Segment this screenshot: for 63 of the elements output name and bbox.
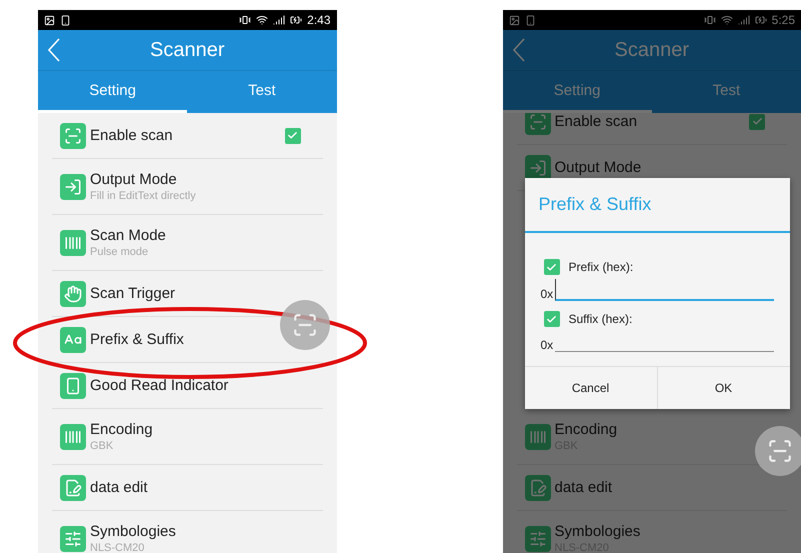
picture-icon [44,14,55,26]
field-label: Suffix (hex): [568,312,632,326]
document-pen-icon [524,474,550,500]
checkbox[interactable] [749,114,765,130]
back-chevron-icon [48,38,60,62]
setting-value: GBK [90,440,114,452]
setting-value: NLS-CM20 [90,542,146,553]
hex-prefix: 0x [540,287,554,301]
setting-title: Scan Trigger [90,285,176,302]
dialog-button[interactable]: OK [656,367,790,409]
dialog-title: Prefix & Suffix [524,178,790,233]
picture-icon [508,14,520,26]
tab[interactable]: Test [187,71,336,113]
setting-title: Scan Mode [90,227,167,244]
battery-icon [754,14,767,26]
setting-title: Prefix & Suffix [90,331,185,348]
setting-title: data edit [554,479,614,496]
back-chevron-icon [512,38,524,62]
setting-title: Symbologies [554,523,642,540]
screen-title: Scanner [614,38,689,60]
floating-scan-button[interactable] [754,426,801,476]
setting-title: Good Read Indicator [90,377,230,394]
setting-title: Symbologies [90,523,177,540]
barcode-icon [524,424,550,450]
screen-title: Scanner [150,38,224,60]
dialog-button[interactable]: Cancel [524,367,656,409]
check-icon [546,314,557,324]
field-label: Prefix (hex): [568,260,634,274]
document-pen-icon [60,474,86,500]
hand-icon [60,280,86,306]
floating-scan-button[interactable] [280,300,330,350]
checkbox[interactable] [284,128,300,144]
scan-frame-icon [292,312,318,338]
status-time: 2:43 [307,13,330,27]
setting-title: data edit [90,479,149,496]
check-icon [287,130,298,141]
vibrate-icon [239,14,252,26]
signal-icon [273,14,286,26]
setting-value: Pulse mode [90,246,150,258]
sliders-icon [524,526,550,552]
hex-prefix: 0x [540,338,554,352]
setting-title: Enable scan [90,127,174,144]
vibrate-icon [704,14,716,26]
check-icon [546,262,557,272]
setting-title: Enable scan [554,113,638,130]
check-icon [752,116,762,127]
tab[interactable]: Test [652,71,801,113]
barcode-icon [60,424,86,450]
checkbox[interactable] [544,259,560,275]
tab[interactable]: Setting [38,71,188,113]
sliders-icon [60,526,86,552]
setting-title: Output Mode [90,171,178,188]
phone-icon [60,372,86,398]
setting-title: Encoding [554,421,618,438]
battery-icon [290,14,302,26]
input-field[interactable] [555,279,774,301]
setting-title: Output Mode [554,159,642,176]
checkbox[interactable] [544,311,560,327]
scan-frame-icon [766,438,792,464]
setting-value: Fill in EditText directly [90,190,197,202]
status-time: 5:25 [772,13,795,27]
letter-icon [60,326,86,352]
setting-title: Encoding [90,421,154,438]
